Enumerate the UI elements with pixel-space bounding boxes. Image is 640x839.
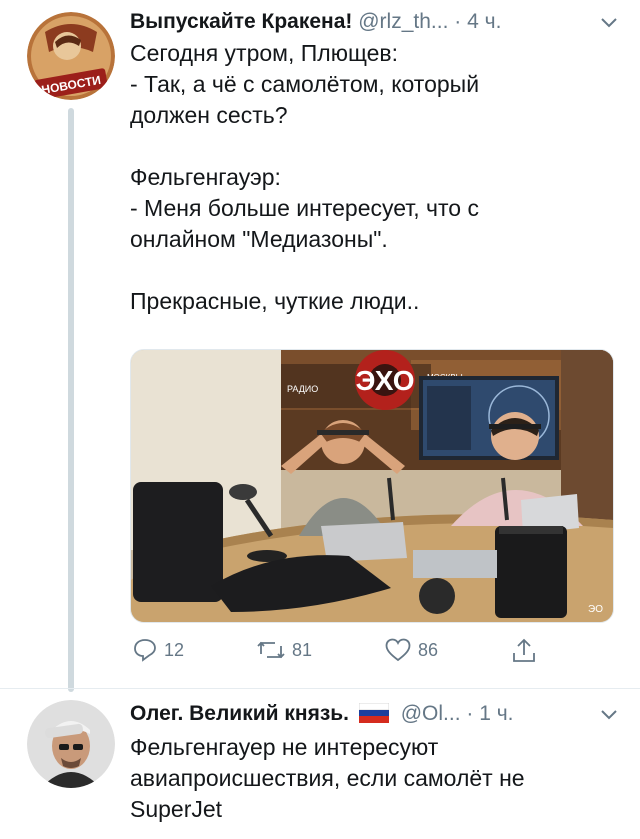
timestamp[interactable]: 1 ч.: [479, 702, 513, 725]
share-button[interactable]: [510, 634, 538, 666]
corner-watermark: ЭО: [588, 604, 603, 615]
text-line: [130, 131, 610, 162]
text-line: - Меня больше интересует, что с: [130, 195, 479, 221]
chevron-down-icon[interactable]: [598, 8, 620, 36]
retweet-button[interactable]: 81: [256, 634, 312, 666]
retweet-icon: [257, 641, 285, 659]
text-line: должен сесть?: [130, 102, 288, 128]
text-line: Сегодня утром, Плющев:: [130, 40, 399, 66]
retweet-count: 81: [292, 639, 313, 660]
like-button[interactable]: 86: [384, 634, 438, 666]
author-name[interactable]: Выпускайте Кракена!: [130, 10, 352, 33]
user-avatar-image: [27, 700, 115, 788]
avatar[interactable]: [27, 700, 115, 788]
share-icon: [513, 638, 535, 662]
tweet-2: Олег. Великий князь. @Ol... · 1 ч. Фельг…: [0, 690, 640, 839]
text-line: - Так, а чё с самолётом, который: [130, 71, 480, 97]
russia-flag-icon: [358, 703, 389, 723]
tweet-text: Фельгенгауер не интересуют авиапроисшест…: [130, 732, 610, 825]
text-line: [130, 255, 610, 286]
tweet-text: Сегодня утром, Плющев: - Так, а чё с сам…: [130, 38, 610, 317]
text-line: онлайном "Медиазоны".: [130, 226, 388, 252]
text-line: Фельгенгауэр:: [130, 164, 281, 190]
author-handle[interactable]: @Ol...: [401, 702, 461, 725]
text-line: SuperJet: [130, 796, 223, 822]
author-name[interactable]: Олег. Великий князь.: [130, 702, 349, 725]
avatar[interactable]: НОВОСТИ: [27, 12, 115, 100]
chevron-down-icon[interactable]: [598, 700, 620, 728]
heart-icon: [385, 638, 411, 662]
author-handle[interactable]: @rlz_th...: [358, 10, 448, 33]
logo-main-text: ЭХО: [356, 365, 415, 396]
tweet-divider: [0, 688, 640, 689]
reply-button[interactable]: 12: [132, 634, 184, 666]
news-avatar-image: НОВОСТИ: [27, 12, 115, 100]
timestamp[interactable]: 4 ч.: [467, 10, 501, 33]
text-line: Фельгенгауер не интересуют: [130, 734, 439, 760]
tweet-header: Выпускайте Кракена! @rlz_th... · 4 ч.: [130, 8, 620, 36]
reply-icon: [134, 639, 156, 662]
text-line: Прекрасные, чуткие люди..: [130, 288, 420, 314]
tweet-1: НОВОСТИ Выпускайте Кракена! @rlz_th... ·…: [0, 0, 640, 700]
separator-dot: ·: [454, 10, 462, 33]
radio-studio-photo: РАДИО ЭХО МОСКВЫ: [131, 350, 613, 622]
reply-count: 12: [164, 639, 185, 660]
logo-left-text: РАДИО: [287, 384, 318, 394]
tweet-actions: 12 81 86: [130, 634, 550, 666]
tweet-header: Олег. Великий князь. @Ol... · 1 ч.: [130, 700, 620, 728]
thread-line: [68, 108, 74, 692]
text-line: авиапроисшествия, если самолёт не: [130, 765, 525, 791]
separator-dot: ·: [466, 702, 474, 725]
like-count: 86: [418, 639, 439, 660]
tweet-media[interactable]: РАДИО ЭХО МОСКВЫ: [130, 349, 614, 623]
